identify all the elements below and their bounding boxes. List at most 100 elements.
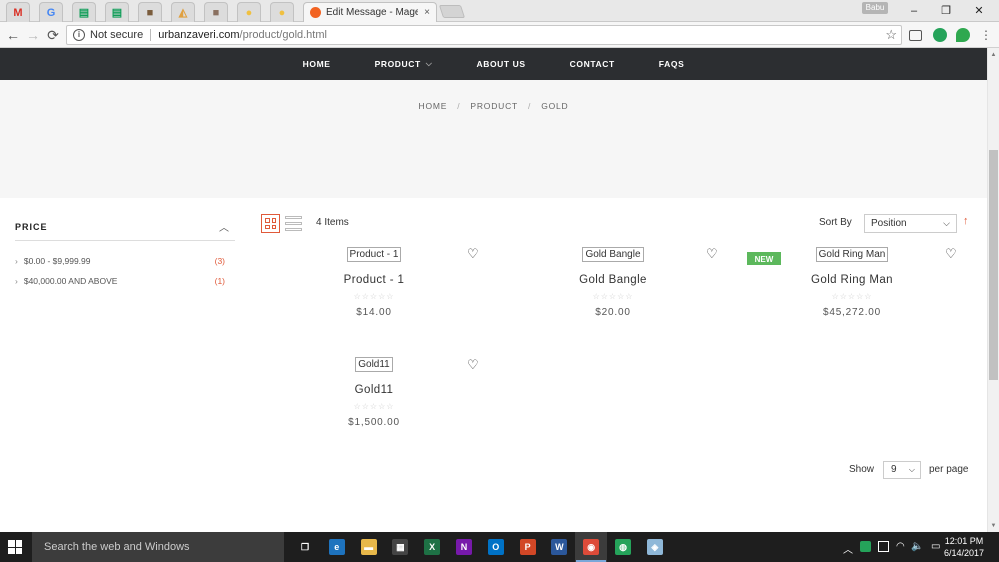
- store-icon[interactable]: ▦: [392, 539, 409, 555]
- new-tab-button[interactable]: [438, 5, 466, 18]
- heart-icon[interactable]: ♡: [467, 246, 479, 262]
- page-banner: [0, 80, 987, 198]
- limiter-select[interactable]: 9 ⌵: [883, 461, 921, 479]
- browser-tab[interactable]: ■: [204, 2, 228, 22]
- forward-icon[interactable]: →: [24, 26, 42, 44]
- product-card[interactable]: Gold11 Gold11 ☆☆☆☆☆ $1,500.00: [299, 354, 449, 428]
- filter-option[interactable]: › $40,000.00 AND ABOVE (1): [15, 276, 225, 286]
- product-image[interactable]: Gold11: [355, 357, 393, 372]
- nav-label: ABOUT US: [476, 59, 526, 69]
- restore-button[interactable]: ❐: [935, 3, 957, 19]
- edge-icon[interactable]: e: [328, 539, 345, 555]
- browser-tab[interactable]: G: [39, 2, 63, 22]
- word-icon[interactable]: W: [551, 539, 568, 555]
- list-view-icon[interactable]: [285, 214, 302, 233]
- heart-icon[interactable]: ♡: [706, 246, 718, 262]
- browser-tab[interactable]: ◭: [171, 2, 195, 22]
- google-icon: G: [46, 6, 56, 19]
- clock[interactable]: 12:01 PM 6/14/2017: [944, 535, 984, 559]
- volume-icon[interactable]: 🔈: [911, 541, 923, 552]
- chevron-right-icon: ›: [15, 276, 18, 286]
- show-label: Show: [849, 464, 875, 475]
- wifi-icon[interactable]: ◠: [896, 541, 905, 552]
- sort-select[interactable]: Position ⌵: [864, 214, 957, 233]
- info-icon[interactable]: i: [73, 29, 85, 41]
- nav-faqs[interactable]: FAQS: [659, 59, 685, 69]
- browser-tab[interactable]: M: [6, 2, 30, 22]
- product-name[interactable]: Gold Bangle: [538, 274, 688, 286]
- browser-tab-active[interactable]: Edit Message - Magento ×: [303, 2, 437, 22]
- notifications-icon[interactable]: ▭: [931, 541, 940, 552]
- product-price: $20.00: [595, 307, 631, 318]
- product-image[interactable]: Gold Ring Man: [815, 247, 889, 262]
- profile-button[interactable]: Babu: [862, 2, 888, 14]
- excel-icon[interactable]: X: [424, 539, 441, 555]
- filter-option-count: (1): [214, 276, 225, 286]
- window-close-button[interactable]: ✕: [968, 3, 990, 19]
- tray-app-icon[interactable]: [860, 541, 871, 552]
- windows-start-icon[interactable]: [8, 540, 22, 554]
- security-label[interactable]: Not secure: [90, 29, 143, 41]
- back-icon[interactable]: ←: [4, 26, 22, 44]
- outlook-icon[interactable]: O: [487, 539, 504, 555]
- minimize-button[interactable]: –: [903, 3, 925, 19]
- scrollbar-thumb[interactable]: [989, 150, 998, 380]
- product-name[interactable]: Product - 1: [299, 274, 449, 286]
- product-price: $1,500.00: [348, 417, 400, 428]
- app-icon[interactable]: ◈: [646, 539, 663, 555]
- url-input[interactable]: i Not secure urbanzaveri.com /product/go…: [66, 25, 902, 45]
- chevron-up-icon[interactable]: ︿: [843, 541, 853, 556]
- heart-icon[interactable]: ♡: [467, 357, 479, 373]
- site-icon: ●: [245, 6, 253, 19]
- nav-about-us[interactable]: ABOUT US: [476, 59, 525, 69]
- nav-contact[interactable]: CONTACT: [570, 59, 615, 69]
- nav-label: PRODUCT: [374, 59, 421, 69]
- close-tab-icon[interactable]: ×: [424, 7, 430, 18]
- product-name[interactable]: Gold Ring Man: [777, 274, 927, 286]
- cast-icon[interactable]: [909, 30, 922, 41]
- grid-view-icon[interactable]: [261, 214, 280, 233]
- browser-tab[interactable]: ■: [138, 2, 162, 22]
- address-bar-row: ← → ⟳ i Not secure urbanzaveri.com /prod…: [0, 22, 999, 48]
- menu-icon[interactable]: ⋮: [977, 26, 995, 44]
- filter-option-label: $40,000.00 AND ABOVE: [23, 276, 118, 286]
- scroll-down-icon[interactable]: ▼: [989, 521, 998, 531]
- browser-tab[interactable]: ▤: [105, 2, 129, 22]
- grammarly-icon[interactable]: [933, 28, 947, 42]
- filter-title[interactable]: PRICE: [15, 222, 48, 232]
- nav-label: CONTACT: [569, 59, 615, 69]
- divider: [150, 29, 152, 41]
- browser-tab[interactable]: ●: [270, 2, 294, 22]
- product-image[interactable]: Gold Bangle: [582, 247, 644, 262]
- heart-icon[interactable]: ♡: [945, 246, 957, 262]
- sort-direction-icon[interactable]: ↑: [963, 215, 969, 227]
- product-name[interactable]: Gold11: [299, 384, 449, 396]
- product-image[interactable]: Product - 1: [346, 247, 402, 262]
- rating-stars-icon: ☆☆☆☆☆: [353, 402, 395, 411]
- task-view-icon[interactable]: ❐: [297, 539, 313, 555]
- breadcrumb-product[interactable]: PRODUCT: [470, 101, 518, 111]
- breadcrumb-home[interactable]: HOME: [419, 101, 448, 111]
- browser-tab[interactable]: ●: [237, 2, 261, 22]
- extension-icon[interactable]: [956, 28, 970, 42]
- chevron-down-icon: ⌵: [908, 465, 915, 474]
- app-icon[interactable]: ◍: [615, 539, 631, 555]
- bookmark-star-icon[interactable]: ☆: [885, 27, 897, 43]
- nav-label: FAQS: [658, 59, 685, 69]
- nav-home[interactable]: HOME: [303, 59, 331, 69]
- scroll-up-icon[interactable]: ▲: [989, 50, 998, 60]
- product-card[interactable]: Gold Bangle Gold Bangle ☆☆☆☆☆ $20.00: [538, 244, 688, 318]
- reload-icon[interactable]: ⟳: [44, 26, 62, 44]
- chevron-up-icon[interactable]: ︿: [219, 219, 229, 234]
- file-explorer-icon[interactable]: ▬: [360, 539, 377, 555]
- product-card[interactable]: Product - 1 Product - 1 ☆☆☆☆☆ $14.00: [299, 244, 449, 318]
- taskbar-search-input[interactable]: Search the web and Windows: [32, 532, 284, 562]
- filter-option[interactable]: › $0.00 - $9,999.99 (3): [15, 256, 225, 266]
- battery-icon[interactable]: [878, 541, 889, 552]
- chrome-icon[interactable]: ◉: [583, 539, 600, 555]
- browser-tab[interactable]: ▤: [72, 2, 96, 22]
- powerpoint-icon[interactable]: P: [519, 539, 536, 555]
- product-card[interactable]: Gold Ring Man Gold Ring Man ☆☆☆☆☆ $45,27…: [777, 244, 927, 318]
- nav-product[interactable]: PRODUCT ⌵: [375, 59, 433, 69]
- onenote-icon[interactable]: N: [456, 539, 472, 555]
